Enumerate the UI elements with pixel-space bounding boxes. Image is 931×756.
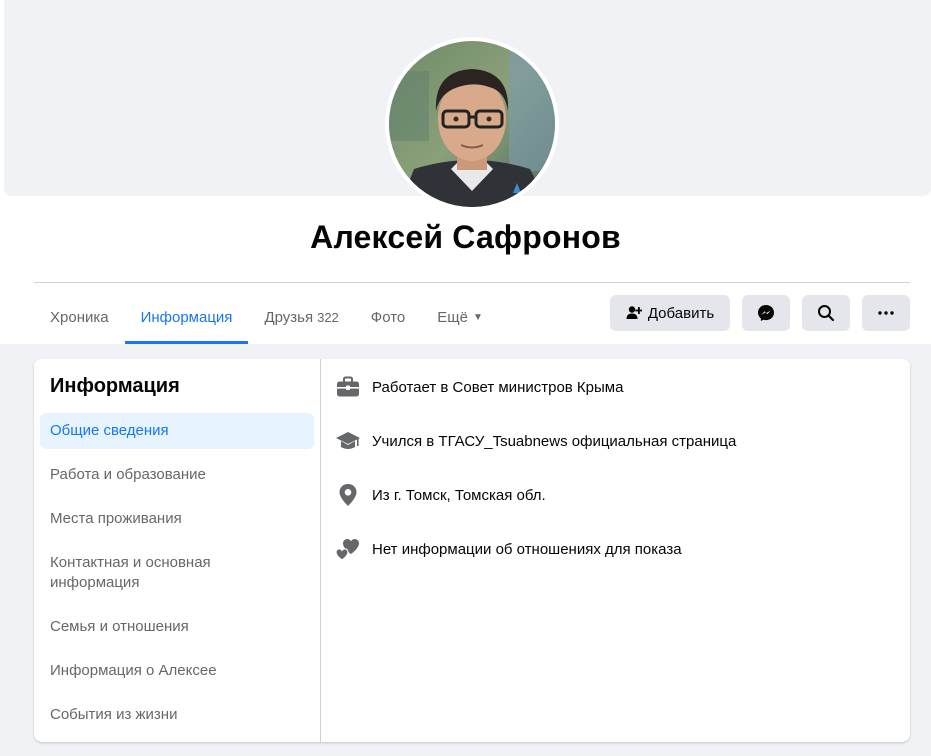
nav-overview[interactable]: Общие сведения xyxy=(40,413,314,449)
about-title: Информация xyxy=(50,375,180,397)
tab-about[interactable]: Информация xyxy=(124,292,249,344)
add-friend-label: Добавить xyxy=(647,304,715,322)
nav-details-about[interactable]: Информация о Алексее xyxy=(40,653,314,689)
nav-work-education[interactable]: Работа и образование xyxy=(40,457,314,493)
caret-down-icon: ▼ xyxy=(472,311,483,323)
profile-actions: Добавить xyxy=(610,295,910,331)
tab-label: Информация xyxy=(140,308,233,326)
add-friend-icon xyxy=(626,306,642,319)
info-relationship-text: Нет информации об отношениях для показа xyxy=(372,540,682,558)
tab-friends[interactable]: Друзья 322 xyxy=(248,292,354,342)
about-content: Работает в Совет министров Крыма Учился … xyxy=(334,373,894,589)
more-options-button[interactable] xyxy=(862,295,910,331)
messenger-icon xyxy=(758,305,774,321)
search-icon xyxy=(818,305,835,322)
hearts-icon xyxy=(334,535,362,563)
info-work-text: Работает в Совет министров Крыма xyxy=(372,378,624,396)
briefcase-icon xyxy=(334,373,362,401)
nav-places-lived[interactable]: Места проживания xyxy=(40,501,314,537)
profile-name: Алексей Сафронов xyxy=(310,219,621,255)
about-card: Информация Общие сведения Работа и образ… xyxy=(34,359,910,742)
tab-label: Хроника xyxy=(50,308,109,326)
location-pin-icon xyxy=(334,481,362,509)
graduation-cap-icon xyxy=(334,427,362,455)
info-row-hometown: Из г. Томск, Томская обл. xyxy=(334,481,894,509)
about-nav: Общие сведения Работа и образование Мест… xyxy=(40,413,314,741)
profile-tabs: Хроника Информация Друзья 322 Фото Ещё ▼ xyxy=(34,292,499,344)
about-sidebar: Информация Общие сведения Работа и образ… xyxy=(34,359,321,742)
info-education-text: Учился в ТГАСУ_Tsuabnews официальная стр… xyxy=(372,432,737,450)
friends-count: 322 xyxy=(317,309,339,325)
info-row-education: Учился в ТГАСУ_Tsuabnews официальная стр… xyxy=(334,427,894,455)
nav-life-events[interactable]: События из жизни xyxy=(40,697,314,733)
info-row-relationship: Нет информации об отношениях для показа xyxy=(334,535,894,563)
more-dots-icon xyxy=(878,311,894,315)
search-button[interactable] xyxy=(802,295,850,331)
header-divider xyxy=(34,282,910,283)
tab-label: Фото xyxy=(370,308,406,326)
tab-more[interactable]: Ещё ▼ xyxy=(421,292,499,342)
messenger-button[interactable] xyxy=(742,295,790,331)
avatar-photo xyxy=(389,41,555,207)
nav-contact-info[interactable]: Контактная и основная информация xyxy=(40,545,314,601)
profile-avatar[interactable] xyxy=(385,37,559,211)
tab-label: Ещё xyxy=(437,308,468,326)
nav-family-relationships[interactable]: Семья и отношения xyxy=(40,609,314,645)
tab-photos[interactable]: Фото xyxy=(355,292,421,342)
info-hometown-text: Из г. Томск, Томская обл. xyxy=(372,486,546,504)
add-friend-button[interactable]: Добавить xyxy=(610,295,730,331)
info-row-work: Работает в Совет министров Крыма xyxy=(334,373,894,401)
tab-label: Друзья xyxy=(264,308,314,326)
tab-timeline[interactable]: Хроника xyxy=(34,292,125,342)
